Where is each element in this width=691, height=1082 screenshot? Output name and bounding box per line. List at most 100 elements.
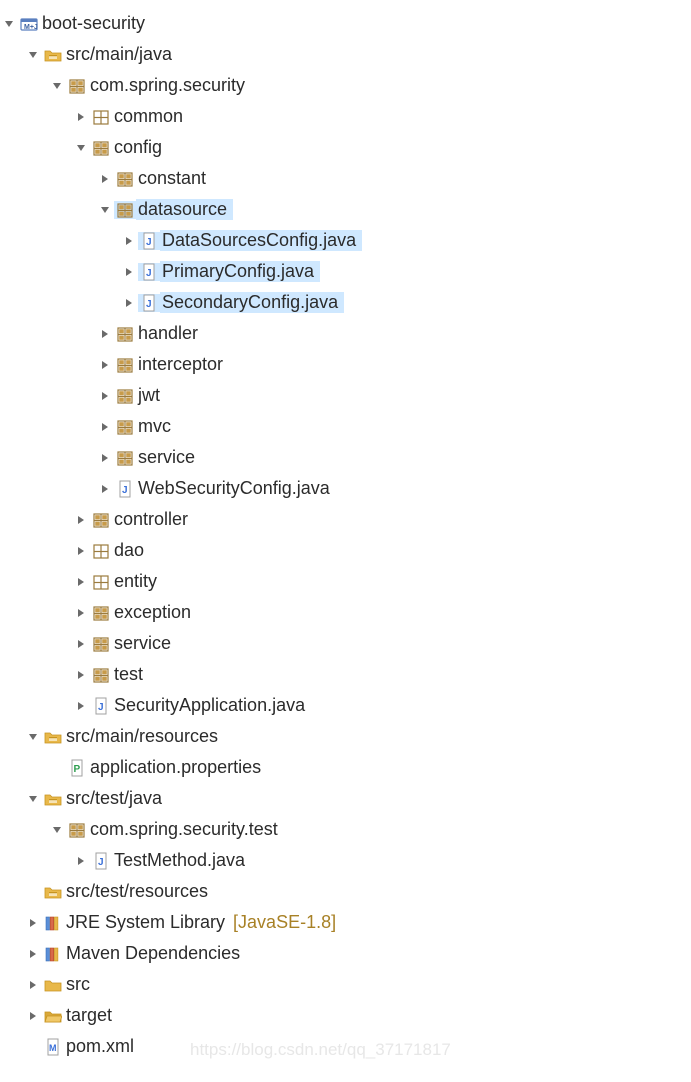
tree-item-label: JRE System Library [64,912,227,933]
java-icon [138,263,160,281]
expand-right-icon[interactable] [72,577,90,587]
pkg-constant[interactable]: constant [0,163,691,194]
package-icon [66,77,88,95]
file-testmethod[interactable]: TestMethod.java [0,845,691,876]
expand-right-icon[interactable] [120,298,138,308]
pkg-test[interactable]: test [0,659,691,690]
expand-down-icon[interactable] [24,794,42,804]
file-application-properties[interactable]: application.properties [0,752,691,783]
java-icon [138,294,160,312]
props-icon [66,759,88,777]
expand-down-icon[interactable] [48,825,66,835]
project-explorer-tree[interactable]: boot-security src/main/java com.spring.sec… [0,0,691,1082]
expand-down-icon[interactable] [24,732,42,742]
file-primaryconfig[interactable]: PrimaryConfig.java [0,256,691,287]
tree-item-label: application.properties [88,757,263,778]
tree-item-label: Maven Dependencies [64,943,242,964]
pkg-interceptor[interactable]: interceptor [0,349,691,380]
expand-down-icon[interactable] [0,19,18,29]
folder-icon [42,976,64,994]
expand-down-icon[interactable] [96,205,114,215]
file-securityapplication[interactable]: SecurityApplication.java [0,690,691,721]
tree-item-label: src/main/java [64,44,174,65]
expand-right-icon[interactable] [72,515,90,525]
file-websecurityconfig[interactable]: WebSecurityConfig.java [0,473,691,504]
src-test-resources[interactable]: src/test/resources [0,876,691,907]
tree-item-label: mvc [136,416,173,437]
expand-right-icon[interactable] [72,608,90,618]
expand-right-icon[interactable] [96,329,114,339]
tree-item-label: SecurityApplication.java [112,695,307,716]
xml-icon [42,1038,64,1056]
expand-right-icon[interactable] [24,918,42,928]
jre-system-library[interactable]: JRE System Library[JavaSE-1.8] [0,907,691,938]
package-icon [90,139,112,157]
expand-right-icon[interactable] [72,701,90,711]
pkg-mvc[interactable]: mvc [0,411,691,442]
pkg-service[interactable]: service [0,628,691,659]
expand-right-icon[interactable] [24,980,42,990]
src-test-java[interactable]: src/test/java [0,783,691,814]
expand-right-icon[interactable] [72,639,90,649]
pkg-jwt[interactable]: jwt [0,380,691,411]
expand-right-icon[interactable] [96,360,114,370]
tree-item-label: src/test/java [64,788,164,809]
pkg-controller[interactable]: controller [0,504,691,535]
expand-right-icon[interactable] [72,546,90,556]
pkg-dao[interactable]: dao [0,535,691,566]
expand-down-icon[interactable] [48,81,66,91]
expand-right-icon[interactable] [96,174,114,184]
pkg-datasource[interactable]: datasource [0,194,691,225]
expand-right-icon[interactable] [96,422,114,432]
project-root[interactable]: boot-security [0,8,691,39]
java-icon [90,852,112,870]
expand-right-icon[interactable] [96,484,114,494]
pkg-config-service[interactable]: service [0,442,691,473]
tree-item-label: TestMethod.java [112,850,247,871]
java-icon [114,480,136,498]
expand-down-icon[interactable] [24,50,42,60]
package-icon [90,604,112,622]
package-empty-icon [90,108,112,126]
tree-item-label: com.spring.security [88,75,247,96]
file-pom[interactable]: pom.xml [0,1031,691,1062]
file-datasourcesconfig[interactable]: DataSourcesConfig.java [0,225,691,256]
pkg-config[interactable]: config [0,132,691,163]
expand-right-icon[interactable] [72,670,90,680]
tree-item-label: src/main/resources [64,726,220,747]
tree-item-label: controller [112,509,190,530]
pkg-handler[interactable]: handler [0,318,691,349]
package-empty-icon [90,542,112,560]
folder-src[interactable]: src [0,969,691,1000]
pkg-test-root[interactable]: com.spring.security.test [0,814,691,845]
expand-right-icon[interactable] [72,856,90,866]
expand-right-icon[interactable] [96,391,114,401]
tree-item-label: constant [136,168,208,189]
src-main-java[interactable]: src/main/java [0,39,691,70]
expand-right-icon[interactable] [120,236,138,246]
tree-item-label: config [112,137,164,158]
pkg-exception[interactable]: exception [0,597,691,628]
expand-right-icon[interactable] [120,267,138,277]
folder-target[interactable]: target [0,1000,691,1031]
pkg-entity[interactable]: entity [0,566,691,597]
package-icon [66,821,88,839]
tree-item-label: dao [112,540,146,561]
srcfolder-icon [42,883,64,901]
tree-item-label: service [112,633,173,654]
expand-right-icon[interactable] [72,112,90,122]
expand-down-icon[interactable] [72,143,90,153]
java-icon [90,697,112,715]
expand-right-icon[interactable] [24,1011,42,1021]
pkg-com-spring-security[interactable]: com.spring.security [0,70,691,101]
folder-open-icon [42,1007,64,1025]
expand-right-icon[interactable] [24,949,42,959]
pkg-common[interactable]: common [0,101,691,132]
tree-item-label: jwt [136,385,162,406]
maven-dependencies[interactable]: Maven Dependencies [0,938,691,969]
expand-right-icon[interactable] [96,453,114,463]
src-main-resources[interactable]: src/main/resources [0,721,691,752]
file-secondaryconfig[interactable]: SecondaryConfig.java [0,287,691,318]
tree-item-label: exception [112,602,193,623]
srcfolder-icon [42,728,64,746]
